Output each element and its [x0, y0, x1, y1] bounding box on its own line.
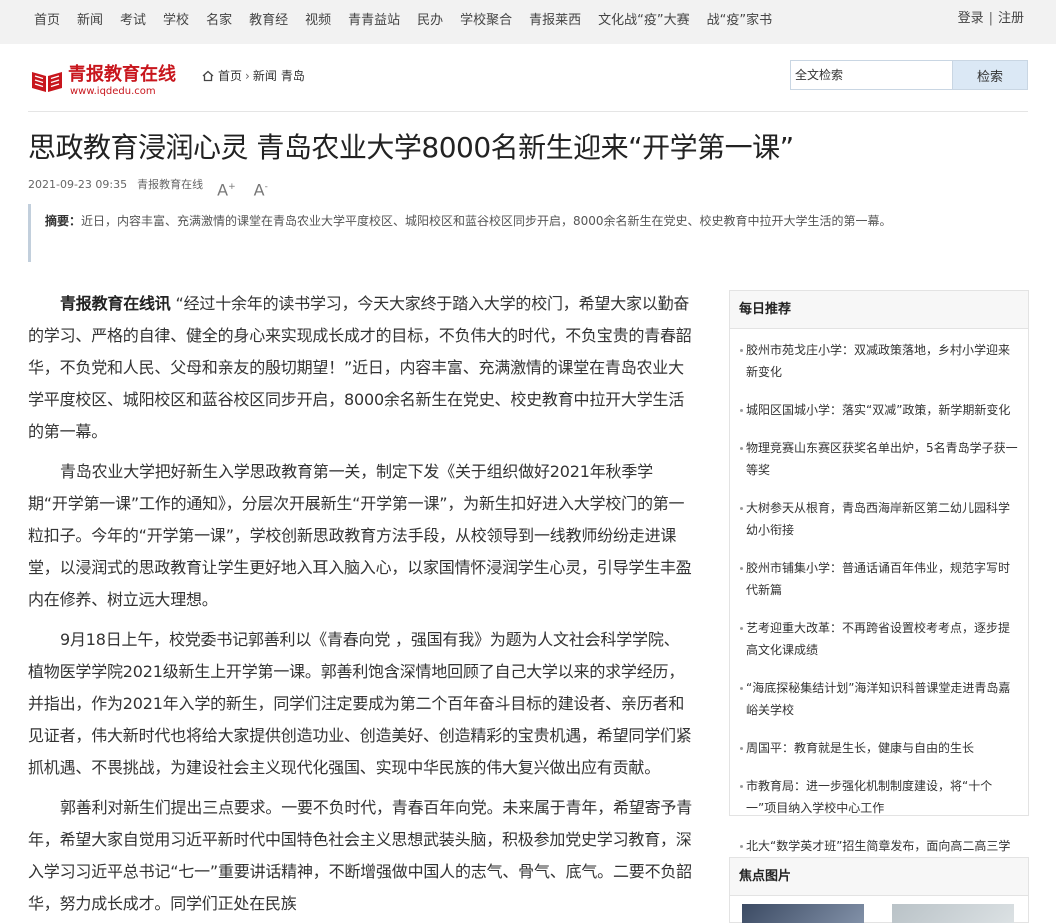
article-paragraph: 9月18日上午，校党委书记郭善利以《青春向党 ，强国有我》为题为人文社会科学学院…: [28, 630, 692, 777]
recommendation-link[interactable]: 市教育局：进一步强化机制制度建设，将“十个一”项目纳入学校中心工作: [746, 775, 1020, 819]
chevron-right-icon: ›: [245, 69, 250, 83]
recommendation-list: 胶州市苑戈庄小学：双减政策落地，乡村小学迎来新变化 城阳区国城小学：落实“双减”…: [730, 329, 1028, 879]
focus-pictures-panel: 焦点图片: [729, 857, 1029, 923]
nav-link-education-tips[interactable]: 教育经: [249, 12, 288, 30]
daily-recommendations-title: 每日推荐: [730, 291, 1028, 329]
focus-pictures-row: [742, 904, 1042, 923]
breadcrumb-home[interactable]: 首页: [218, 68, 242, 84]
book-logo-icon: [32, 72, 62, 92]
publish-datetime: 2021-09-23 09:35: [28, 177, 128, 191]
list-item: 周国平：教育就是生长，健康与自由的生长: [740, 737, 1020, 767]
list-item: 胶州市苑戈庄小学：双减政策落地，乡村小学迎来新变化: [740, 339, 1020, 391]
lead-source: 青报教育在线讯: [60, 294, 171, 313]
recommendation-link[interactable]: 物理竞赛山东赛区获奖名单出炉，5名青岛学子获一等奖: [746, 437, 1020, 481]
nav-link-culture-contest[interactable]: 文化战“疫”大赛: [598, 12, 689, 30]
list-item: 物理竞赛山东赛区获奖名单出炉，5名青岛学子获一等奖: [740, 437, 1020, 489]
article-title: 思政教育浸润心灵 青岛农业大学8000名新生迎来“开学第一课”: [28, 131, 794, 164]
nav-link-experts[interactable]: 名家: [206, 12, 232, 30]
font-increase-button[interactable]: A+: [217, 179, 236, 198]
focus-picture-thumbnail[interactable]: [892, 904, 1014, 923]
minus-icon: -: [264, 182, 268, 192]
recommendation-link[interactable]: 大树参天从根育，青岛西海岸新区第二幼儿园科学幼小衔接: [746, 497, 1020, 541]
recommendation-link[interactable]: 城阳区国城小学：落实“双减”政策，新学期新变化: [746, 399, 1020, 421]
search-input[interactable]: [790, 60, 952, 90]
list-item: 城阳区国城小学：落实“双减”政策，新学期新变化: [740, 399, 1020, 429]
article-summary: 摘要：近日，内容丰富、充满激情的课堂在青岛农业大学平度校区、城阳校区和蓝谷校区同…: [28, 204, 1028, 262]
plus-icon: +: [228, 182, 236, 192]
auth-separator: |: [988, 11, 993, 26]
nav-link-video[interactable]: 视频: [305, 12, 331, 30]
focus-pictures-title: 焦点图片: [730, 858, 1028, 896]
recommendation-link[interactable]: “海底探秘集结计划”海洋知识科普课堂走进青岛嘉峪关学校: [746, 677, 1020, 721]
login-link[interactable]: 登录: [958, 11, 984, 26]
nav-link-private-schools[interactable]: 民办: [417, 12, 443, 30]
article-meta: 2021-09-23 09:35 青报教育在线 A+ A-: [28, 175, 268, 198]
daily-recommendations-panel: 每日推荐 胶州市苑戈庄小学：双减政策落地，乡村小学迎来新变化 城阳区国城小学：落…: [729, 290, 1029, 875]
list-item: 艺考迎重大改革：不再跨省设置校考考点，逐步提高文化课成绩: [740, 617, 1020, 669]
site-header: 青报教育在线 www.iqdedu.com 首页 › 新闻 青岛 检索: [0, 44, 1056, 112]
recommendation-link[interactable]: 周国平：教育就是生长，健康与自由的生长: [746, 737, 1020, 759]
nav-link-exams[interactable]: 考试: [120, 12, 146, 30]
search-bar: 检索: [790, 60, 1028, 90]
nav-link-schools[interactable]: 学校: [163, 12, 189, 30]
article-body: 青报教育在线讯 “经过十余年的读书学习，今天大家终于踏入大学的校门，希望大家以勤…: [28, 288, 692, 923]
article-paragraph: 郭善利对新生们提出三点要求。一要不负时代，青春百年向党。未来属于青年，希望寄予青…: [28, 798, 693, 913]
home-icon: [202, 70, 214, 82]
paragraph-text: “经过十余年的读书学习，今天大家终于踏入大学的校门，希望大家以勤奋的学习、严格的…: [28, 294, 692, 441]
logo-url: www.iqdedu.com: [70, 86, 156, 97]
logo-wordmark: 青报教育在线: [68, 64, 176, 85]
top-nav-links: 首页 新闻 考试 学校 名家 教育经 视频 青青益站 民办 学校聚合 青报莱西 …: [34, 12, 789, 30]
nav-link-family-letters[interactable]: 战“疫”家书: [707, 12, 772, 30]
breadcrumb-qingdao[interactable]: 青岛: [281, 68, 305, 84]
font-decrease-label: A: [253, 180, 265, 200]
nav-link-school-hub[interactable]: 学校聚合: [460, 12, 512, 30]
list-item: 大树参天从根育，青岛西海岸新区第二幼儿园科学幼小衔接: [740, 497, 1020, 549]
recommendation-link[interactable]: 胶州市苑戈庄小学：双减政策落地，乡村小学迎来新变化: [746, 339, 1020, 383]
auth-links: 登录 | 注册: [958, 10, 1024, 28]
nav-link-charity[interactable]: 青青益站: [348, 12, 400, 30]
nav-link-laixi[interactable]: 青报莱西: [529, 12, 581, 30]
summary-label: 摘要：: [45, 214, 82, 228]
font-increase-label: A: [217, 180, 229, 200]
recommendation-link[interactable]: 艺考迎重大改革：不再跨省设置校考考点，逐步提高文化课成绩: [746, 617, 1020, 661]
font-decrease-button[interactable]: A-: [254, 179, 268, 198]
summary-text: 近日，内容丰富、充满激情的课堂在青岛农业大学平度校区、城阳校区和蓝谷校区同步开启…: [81, 214, 892, 228]
article-source: 青报教育在线: [137, 177, 204, 191]
breadcrumb-news[interactable]: 新闻: [253, 68, 277, 84]
nav-link-home[interactable]: 首页: [34, 12, 60, 30]
search-button[interactable]: 检索: [952, 60, 1028, 90]
breadcrumb: 首页 › 新闻 青岛: [202, 68, 305, 84]
header-divider: [28, 111, 1028, 112]
recommendation-link[interactable]: 胶州市铺集小学：普通话诵百年伟业，规范字写时代新篇: [746, 557, 1020, 601]
top-navigation-bar: 首页 新闻 考试 学校 名家 教育经 视频 青青益站 民办 学校聚合 青报莱西 …: [0, 0, 1056, 44]
list-item: “海底探秘集结计划”海洋知识科普课堂走进青岛嘉峪关学校: [740, 677, 1020, 729]
list-item: 市教育局：进一步强化机制制度建设，将“十个一”项目纳入学校中心工作: [740, 775, 1020, 827]
nav-link-news[interactable]: 新闻: [77, 12, 103, 30]
focus-picture-thumbnail[interactable]: [742, 904, 864, 923]
article-paragraph: 青岛农业大学把好新生入学思政教育第一关，制定下发《关于组织做好2021年秋季学期…: [28, 462, 692, 609]
site-logo[interactable]: 青报教育在线 www.iqdedu.com: [30, 64, 186, 100]
register-link[interactable]: 注册: [998, 11, 1024, 26]
article-paragraph: 青报教育在线讯 “经过十余年的读书学习，今天大家终于踏入大学的校门，希望大家以勤…: [28, 288, 692, 448]
list-item: 胶州市铺集小学：普通话诵百年伟业，规范字写时代新篇: [740, 557, 1020, 609]
